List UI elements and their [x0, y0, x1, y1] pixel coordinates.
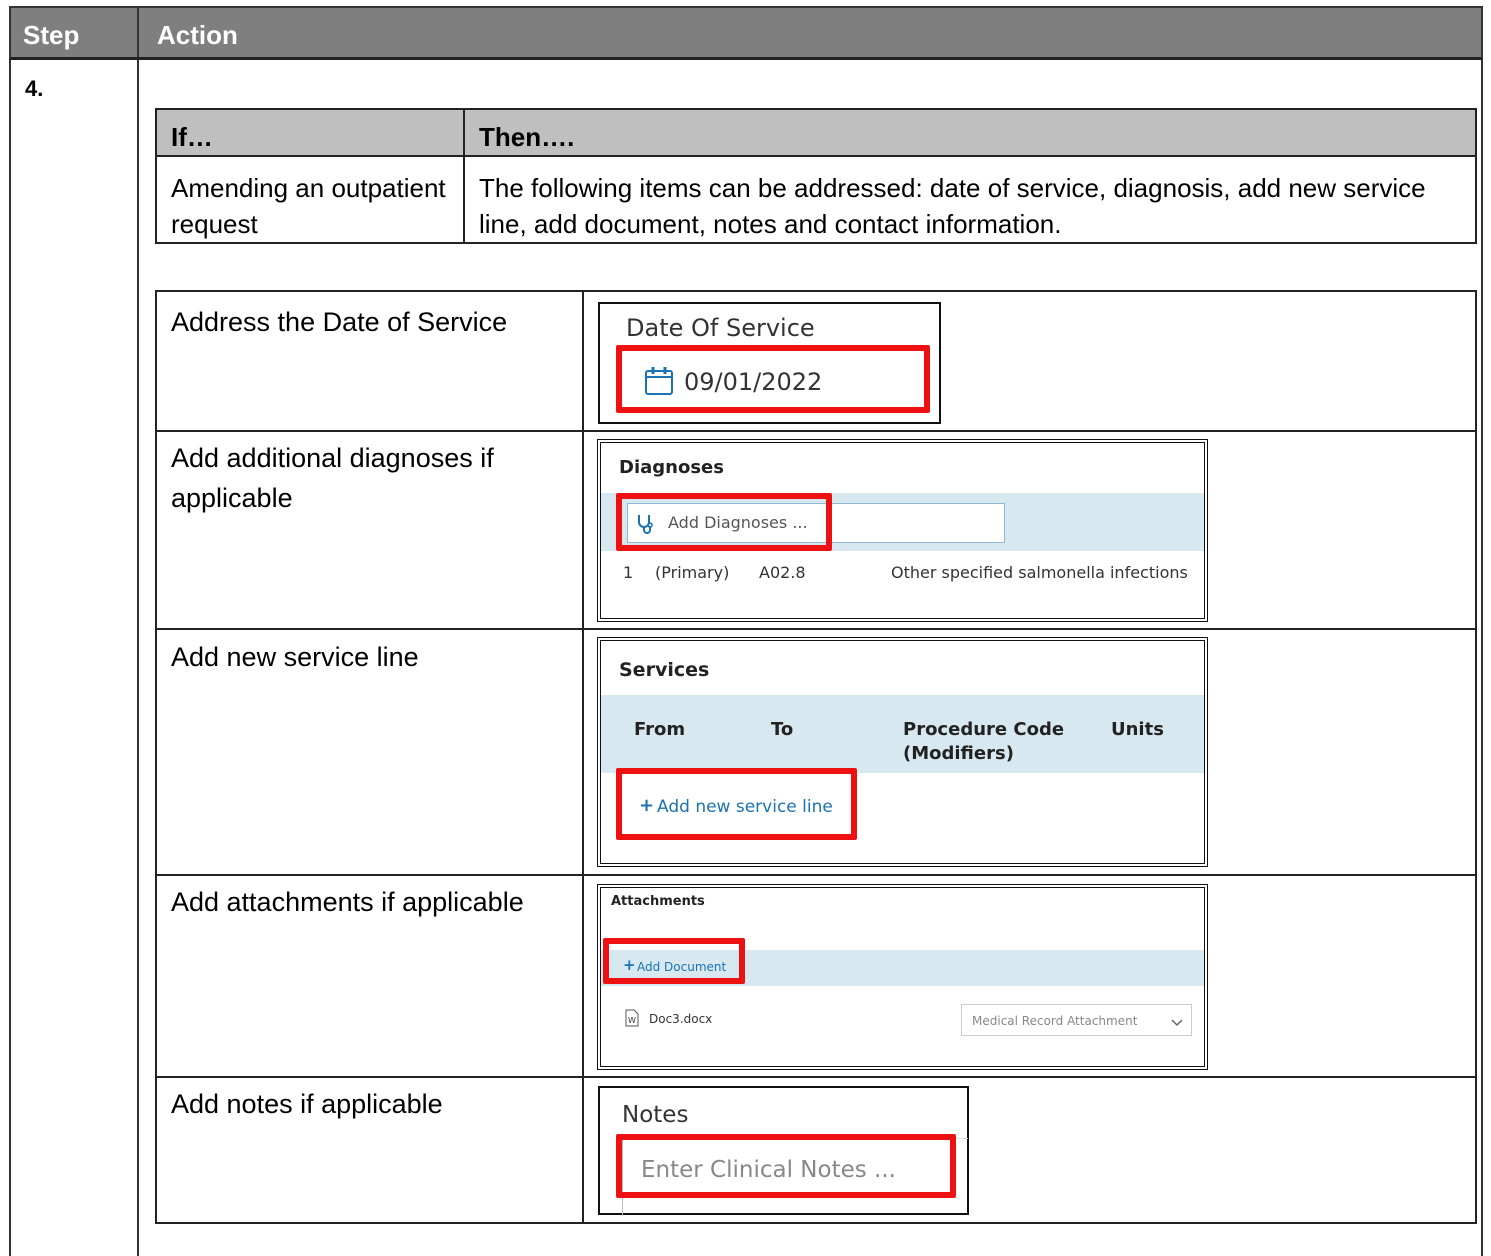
diagnosis-code: A02.8	[759, 563, 806, 582]
highlight-notes	[616, 1134, 956, 1198]
diagnosis-type: (Primary)	[655, 563, 730, 582]
header-if: If…	[171, 122, 213, 152]
if-then-table: If… Then…. Amending an outpatient reques…	[155, 108, 1477, 244]
highlight-diagnoses	[616, 493, 832, 551]
header-step: Step	[11, 8, 139, 57]
services-title: Services	[619, 659, 710, 681]
row-divider	[157, 874, 1475, 876]
row-label-attachments: Add attachments if applicable	[171, 887, 524, 917]
row-divider	[157, 430, 1475, 432]
diagnosis-index: 1	[623, 563, 634, 582]
file-name: Doc3.docx	[649, 1012, 713, 1026]
outer-table-header: Step Action	[9, 6, 1483, 60]
column-units: Units	[1111, 719, 1164, 740]
column-from: From	[634, 719, 686, 740]
row-label-date-of-service: Address the Date of Service	[171, 307, 508, 337]
notes-title: Notes	[622, 1102, 689, 1128]
column-modifiers: (Modifiers)	[903, 743, 1014, 764]
diagnoses-title: Diagnoses	[619, 457, 724, 478]
date-of-service-title: Date Of Service	[626, 314, 815, 342]
diagnosis-description: Other specified salmonella infections	[891, 563, 1188, 582]
row-divider	[157, 1076, 1475, 1078]
column-to: To	[771, 719, 794, 740]
highlight-add-document	[603, 938, 745, 984]
row-label-service-line: Add new service line	[171, 642, 419, 672]
row-label-diagnoses: Add additional diagnoses if applicable	[171, 443, 494, 513]
step-number: 4.	[25, 76, 44, 101]
chevron-down-icon	[1171, 1015, 1183, 1033]
header-then: Then….	[479, 122, 575, 152]
column-divider	[463, 110, 465, 242]
if-then-header: If… Then….	[157, 110, 1475, 157]
row-divider	[157, 628, 1475, 630]
header-action: Action	[157, 20, 238, 50]
step-column: 4.	[11, 60, 139, 1256]
svg-text:W: W	[628, 1016, 636, 1025]
highlight-service-line	[616, 768, 857, 840]
row-label-notes: Add notes if applicable	[171, 1089, 443, 1119]
highlight-date	[616, 345, 930, 413]
then-cell: The following items can be addressed: da…	[479, 173, 1426, 239]
if-cell: Amending an outpatient request	[171, 173, 446, 239]
word-document-icon: W	[625, 1009, 639, 1032]
attachment-type-select[interactable]: Medical Record Attachment	[961, 1004, 1192, 1036]
attachment-type-value: Medical Record Attachment	[972, 1014, 1138, 1028]
column-procedure-code: Procedure Code	[903, 719, 1065, 740]
attachments-title: Attachments	[611, 894, 705, 909]
